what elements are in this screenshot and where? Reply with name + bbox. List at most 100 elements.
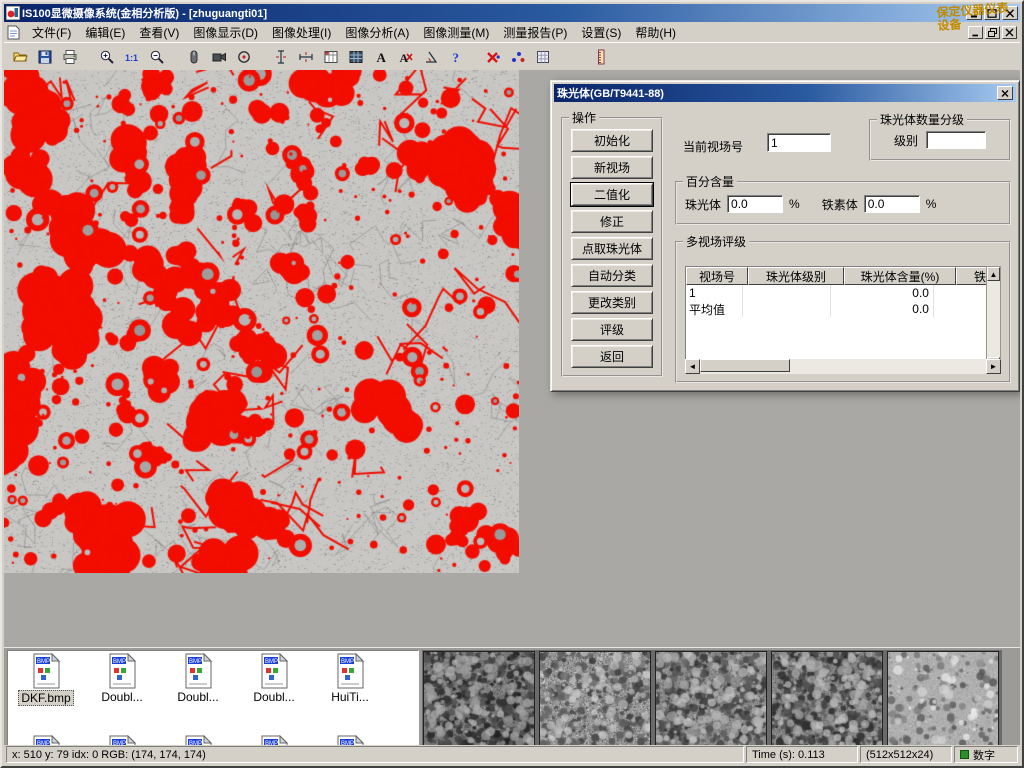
title-bar[interactable]: IS100显微摄像系统(金相分析版) - [zhuguangti01] bbox=[4, 4, 1020, 22]
scroll-up-arrow[interactable]: ▲ bbox=[987, 267, 1000, 281]
op-button-新视场[interactable]: 新视场 bbox=[571, 156, 653, 179]
dialog-title: 珠光体(GB/T9441-88) bbox=[557, 85, 997, 101]
pointer-icon[interactable] bbox=[183, 46, 205, 68]
file-item[interactable]: BMPHuiTi... bbox=[312, 653, 388, 706]
op-button-更改类别[interactable]: 更改类别 bbox=[571, 291, 653, 314]
thumbnail-2[interactable] bbox=[539, 651, 651, 746]
svg-text:BMP: BMP bbox=[265, 659, 278, 665]
level-input[interactable] bbox=[926, 131, 986, 149]
ferrite-value-input[interactable] bbox=[864, 195, 920, 213]
op-button-二值化[interactable]: 二值化 bbox=[571, 183, 653, 206]
table-horizontal-scrollbar[interactable]: ◄ ► bbox=[685, 359, 1001, 374]
child-restore-button[interactable] bbox=[985, 26, 1000, 39]
table-cell: 0.0 bbox=[831, 301, 934, 317]
measure-points-icon[interactable] bbox=[507, 46, 529, 68]
table-cell: 平均值 bbox=[686, 301, 743, 317]
toolbar-separator bbox=[258, 46, 267, 68]
thumbnail-strip bbox=[422, 650, 1002, 747]
multifield-table[interactable]: 视场号珠光体级别珠光体含量(%)铁素 10.0平均值 0.0 bbox=[685, 266, 990, 372]
op-button-修正[interactable]: 修正 bbox=[571, 210, 653, 233]
pearlite-unit-label: % bbox=[789, 197, 800, 211]
file-item[interactable]: BMPDoubl... bbox=[160, 653, 236, 706]
print-icon[interactable] bbox=[59, 46, 81, 68]
text-strike-icon[interactable]: A bbox=[395, 46, 417, 68]
open-icon[interactable] bbox=[9, 46, 31, 68]
thumbnail-5[interactable] bbox=[887, 651, 999, 746]
menu-item-10[interactable]: 帮助(H) bbox=[628, 22, 683, 43]
help-icon[interactable]: ? bbox=[445, 46, 467, 68]
menu-item-9[interactable]: 设置(S) bbox=[574, 22, 628, 43]
caliper-vertical-icon[interactable] bbox=[270, 46, 292, 68]
toolbar-separator bbox=[557, 46, 587, 68]
scrollbar-thumb[interactable] bbox=[700, 359, 790, 372]
dialog-close-button[interactable] bbox=[997, 86, 1013, 100]
zoom-out-icon[interactable] bbox=[146, 46, 168, 68]
thumbnail-1[interactable] bbox=[423, 651, 535, 746]
file-item[interactable]: BMPDKF.bmp bbox=[8, 653, 84, 706]
menu-item-3[interactable]: 查看(V) bbox=[132, 22, 186, 43]
thumbnail-3[interactable] bbox=[655, 651, 767, 746]
small-grid-icon[interactable] bbox=[532, 46, 554, 68]
table-header-3[interactable]: 珠光体含量(%) bbox=[844, 267, 956, 285]
minimize-button[interactable] bbox=[966, 6, 982, 20]
menu-item-5[interactable]: 图像处理(I) bbox=[265, 22, 338, 43]
maximize-button[interactable] bbox=[984, 6, 1000, 20]
capture-icon[interactable] bbox=[233, 46, 255, 68]
child-minimize-button[interactable] bbox=[968, 26, 983, 39]
menu-item-2[interactable]: 编辑(E) bbox=[78, 22, 132, 43]
pearlite-value-input[interactable] bbox=[727, 195, 783, 213]
menu-item-4[interactable]: 图像显示(D) bbox=[186, 22, 265, 43]
scrollbar-track[interactable] bbox=[700, 359, 986, 374]
dark-grid-icon[interactable] bbox=[345, 46, 367, 68]
thumbnail-4[interactable] bbox=[771, 651, 883, 746]
ruler-icon[interactable] bbox=[590, 46, 612, 68]
table-header-2[interactable]: 珠光体级别 bbox=[748, 267, 844, 285]
grading-group: 珠光体数量分级 级别 bbox=[869, 111, 1011, 161]
file-browser[interactable]: BMPDKF.bmpBMPDoubl...BMPDoubl...BMPDoubl… bbox=[7, 650, 419, 747]
close-button[interactable] bbox=[1002, 6, 1018, 20]
table-vertical-scrollbar[interactable]: ▲ ▼ bbox=[986, 266, 1001, 372]
table-header-4[interactable]: 铁素 bbox=[956, 267, 990, 285]
status-image-size: (512x512x24) bbox=[860, 746, 952, 763]
report-table-icon[interactable] bbox=[320, 46, 342, 68]
dialog-titlebar[interactable]: 珠光体(GB/T9441-88) bbox=[554, 84, 1016, 102]
file-item[interactable]: BMP Doubl... bbox=[236, 653, 312, 706]
menu-item-7[interactable]: 图像测量(M) bbox=[416, 22, 496, 43]
window-title: IS100显微摄像系统(金相分析版) - [zhuguangti01] bbox=[22, 5, 964, 21]
status-mode: 数字 bbox=[954, 746, 1018, 763]
delete-x-icon[interactable] bbox=[482, 46, 504, 68]
op-button-自动分类[interactable]: 自动分类 bbox=[571, 264, 653, 287]
multifield-group-label: 多视场评级 bbox=[683, 233, 749, 250]
current-field-label: 当前视场号 bbox=[683, 138, 743, 155]
op-button-返回[interactable]: 返回 bbox=[571, 345, 653, 368]
grading-group-label: 珠光体数量分级 bbox=[877, 111, 967, 128]
table-row[interactable]: 10.0 bbox=[686, 285, 989, 301]
save-icon[interactable] bbox=[34, 46, 56, 68]
scroll-right-arrow[interactable]: ► bbox=[986, 359, 1001, 374]
menu-item-6[interactable]: 图像分析(A) bbox=[338, 22, 416, 43]
svg-text:BMP: BMP bbox=[341, 659, 354, 665]
table-header-1[interactable]: 视场号 bbox=[686, 267, 748, 285]
file-item[interactable]: BMPDoubl... bbox=[84, 653, 160, 706]
child-close-button[interactable] bbox=[1002, 26, 1017, 39]
svg-text:BMP: BMP bbox=[37, 659, 50, 665]
bmp-file-icon: BMP bbox=[30, 653, 63, 689]
op-button-评级[interactable]: 评级 bbox=[571, 318, 653, 341]
caliper-horizontal-icon[interactable] bbox=[295, 46, 317, 68]
digital-mode-icon bbox=[960, 750, 969, 759]
metallographic-image[interactable] bbox=[4, 70, 519, 573]
op-button-点取珠光体[interactable]: 点取珠光体 bbox=[571, 237, 653, 260]
angle-measure-icon[interactable] bbox=[420, 46, 442, 68]
actual-size-icon[interactable]: 1:1 bbox=[121, 46, 143, 68]
zoom-in-icon[interactable] bbox=[96, 46, 118, 68]
text-a-icon[interactable]: A bbox=[370, 46, 392, 68]
table-row[interactable]: 平均值 0.0 bbox=[686, 301, 989, 317]
menu-item-1[interactable]: 文件(F) bbox=[25, 22, 78, 43]
file-label: Doubl... bbox=[251, 690, 296, 704]
menu-item-8[interactable]: 测量报告(P) bbox=[496, 22, 574, 43]
current-field-input[interactable] bbox=[767, 133, 831, 152]
scroll-left-arrow[interactable]: ◄ bbox=[685, 359, 700, 374]
operation-group: 操作 初始化新视场二值化修正点取珠光体自动分类更改类别评级返回 bbox=[561, 109, 663, 377]
video-camera-icon[interactable] bbox=[208, 46, 230, 68]
op-button-初始化[interactable]: 初始化 bbox=[571, 129, 653, 152]
